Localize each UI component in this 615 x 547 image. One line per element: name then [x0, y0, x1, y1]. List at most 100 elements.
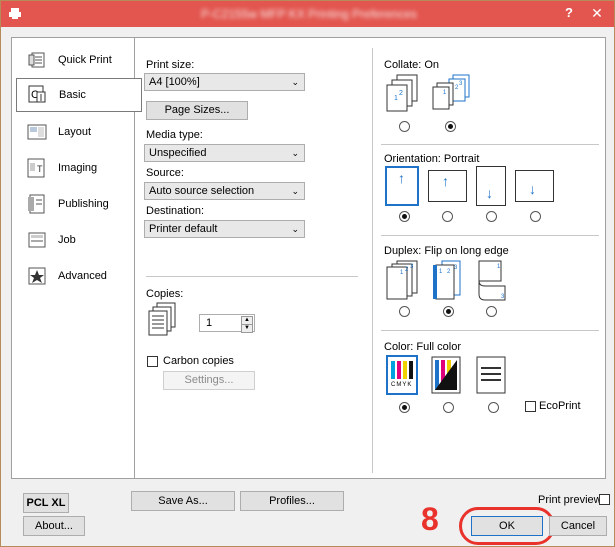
save-as-button[interactable]: Save As... [131, 491, 235, 511]
duplex-long-edge-radio[interactable] [443, 306, 454, 317]
copies-stepper[interactable]: 1 ▲ ▼ [199, 314, 255, 333]
color-label: Color: Full color [384, 341, 462, 353]
nav-item-basic[interactable]: C Basic [16, 78, 142, 112]
nav-label-imaging: Imaging [58, 162, 98, 174]
quick-print-icon [26, 50, 48, 70]
chevron-down-icon: ⌄ [291, 186, 299, 196]
pcl-xl-button[interactable]: PCL XL [23, 493, 69, 513]
copies-value: 1 [206, 317, 213, 329]
ecoprint-label: EcoPrint [539, 400, 581, 412]
copies-label: Copies: [146, 288, 184, 300]
print-size-select[interactable]: A4 [100%] ⌄ [144, 73, 305, 91]
arrow-down-icon: ↓ [486, 185, 493, 201]
orientation-landscape-rotated-option[interactable]: ↓ [515, 170, 554, 202]
nav-item-quick-print[interactable]: Quick Print [16, 44, 130, 76]
print-preview-label: Print preview [538, 494, 602, 506]
nav-item-imaging[interactable]: T Imaging [16, 152, 130, 184]
source-value: Auto source selection [149, 185, 255, 197]
profiles-button[interactable]: Profiles... [240, 491, 344, 511]
color-full-option[interactable]: CMYK [386, 355, 418, 395]
publishing-icon [26, 194, 48, 214]
print-size-label: Print size: [146, 59, 195, 71]
advanced-icon [26, 266, 48, 286]
collate-on-radio[interactable] [445, 121, 456, 132]
carbon-copies-label: Carbon copies [163, 355, 234, 367]
nav-item-job[interactable]: Job [16, 224, 130, 256]
svg-text:T: T [37, 164, 43, 174]
divider [381, 235, 599, 236]
nav-label-publishing: Publishing [58, 198, 109, 210]
orientation-landscape-rotated-radio[interactable] [530, 211, 541, 222]
settings-button[interactable]: Settings... [163, 371, 255, 390]
print-preview-checkbox[interactable] [599, 494, 610, 505]
orientation-portrait-option[interactable]: ↑ [385, 166, 419, 206]
nav-item-advanced[interactable]: Advanced [16, 260, 130, 292]
step-number: 8 [421, 501, 439, 537]
imaging-icon: T [26, 158, 48, 178]
color-full-radio[interactable] [399, 402, 410, 413]
arrow-down-icon: ↓ [529, 181, 536, 197]
copies-icon [148, 302, 176, 336]
divider [381, 330, 599, 331]
settings-nav: Quick Print C Basic Layout T Imaging Pub… [11, 37, 142, 479]
ok-button[interactable]: OK [471, 516, 543, 536]
media-type-value: Unspecified [149, 147, 207, 159]
nav-label-layout: Layout [58, 126, 92, 138]
collate-label: Collate: On [384, 59, 440, 71]
svg-text:2: 2 [399, 90, 403, 97]
decrement-icon[interactable]: ▼ [241, 324, 253, 333]
cancel-button[interactable]: Cancel [549, 516, 607, 536]
orientation-portrait-rotated-radio[interactable] [486, 211, 497, 222]
orientation-landscape-option[interactable]: ↑ [428, 170, 467, 202]
nav-label-quick-print: Quick Print [58, 54, 112, 66]
carbon-copies-checkbox[interactable] [147, 356, 158, 367]
print-size-value: A4 [100%] [149, 76, 200, 88]
orientation-landscape-radio[interactable] [442, 211, 453, 222]
duplex-long-edge-icon: 3 1 2 [433, 260, 461, 300]
printer-icon [9, 8, 21, 19]
duplex-short-edge-radio[interactable] [486, 306, 497, 317]
color-gradient-radio[interactable] [443, 402, 454, 413]
destination-select[interactable]: Printer default ⌄ [144, 220, 305, 238]
help-button[interactable]: ? [557, 3, 581, 23]
collate-off-radio[interactable] [399, 121, 410, 132]
page-sizes-button[interactable]: Page Sizes... [146, 101, 248, 120]
duplex-off-icon: 3 2 1 [386, 260, 418, 300]
nav-label-basic: Basic [59, 89, 86, 101]
job-icon [26, 230, 48, 250]
window-title: P-C2155w MFP KX Printing Preferences [201, 7, 417, 21]
monochrome-icon[interactable] [476, 356, 506, 394]
title-bar: P-C2155w MFP KX Printing Preferences ? ✕ [1, 1, 614, 27]
nav-item-publishing[interactable]: Publishing [16, 188, 130, 220]
monochrome-radio[interactable] [488, 402, 499, 413]
cmyk-text: CMYK [391, 382, 413, 388]
chevron-down-icon: ⌄ [291, 148, 299, 158]
ecoprint-checkbox[interactable] [525, 401, 536, 412]
chevron-down-icon: ⌄ [291, 77, 299, 87]
destination-value: Printer default [149, 223, 218, 235]
divider [381, 144, 599, 145]
divider [146, 276, 358, 277]
media-type-label: Media type: [146, 129, 203, 141]
orientation-portrait-radio[interactable] [399, 211, 410, 222]
close-button[interactable]: ✕ [583, 3, 611, 23]
arrow-up-icon: ↑ [398, 170, 405, 186]
svg-text:1: 1 [394, 95, 398, 102]
source-label: Source: [146, 167, 184, 179]
source-select[interactable]: Auto source selection ⌄ [144, 182, 305, 200]
media-type-select[interactable]: Unspecified ⌄ [144, 144, 305, 162]
orientation-label: Orientation: Portrait [384, 153, 480, 165]
printing-preferences-window: P-C2155w MFP KX Printing Preferences ? ✕… [0, 0, 615, 547]
chevron-down-icon: ⌄ [291, 224, 299, 234]
color-gradient-icon[interactable] [431, 356, 461, 394]
orientation-portrait-rotated-option[interactable]: ↓ [476, 166, 506, 206]
duplex-off-radio[interactable] [399, 306, 410, 317]
collate-on-icon: 3 2 1 [432, 74, 470, 110]
basic-icon: C [27, 85, 49, 105]
nav-item-layout[interactable]: Layout [16, 116, 130, 148]
duplex-short-edge-icon: 1 3 [478, 260, 506, 301]
duplex-label: Duplex: Flip on long edge [384, 245, 509, 257]
layout-icon [26, 122, 48, 142]
nav-label-advanced: Advanced [58, 270, 107, 282]
about-button[interactable]: About... [23, 516, 85, 536]
